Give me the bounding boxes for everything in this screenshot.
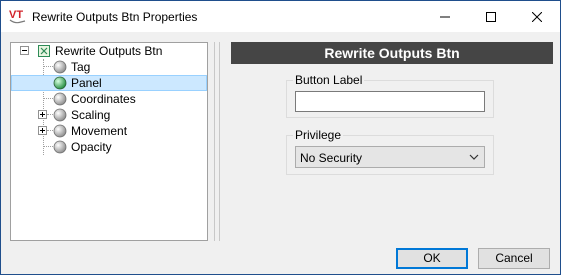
gray-ball-icon [53, 140, 67, 154]
section-header: Rewrite Outputs Btn [231, 42, 553, 64]
tree-item-label: Movement [71, 124, 128, 138]
chevron-down-icon [469, 154, 479, 160]
close-button[interactable] [514, 1, 560, 32]
cancel-button[interactable]: Cancel [478, 248, 550, 269]
tree-item-movement[interactable]: Movement [11, 123, 207, 139]
dialog-footer: OK Cancel [1, 243, 560, 274]
title-bar[interactable]: VT Rewrite Outputs Btn Properties [1, 1, 560, 32]
tree-item-label: Coordinates [71, 92, 136, 106]
expand-icon[interactable] [38, 126, 47, 135]
tree-item-label: Scaling [71, 108, 111, 122]
privilege-select[interactable]: No Security [295, 146, 485, 168]
svg-text:VT: VT [9, 9, 23, 21]
gray-ball-icon [53, 108, 67, 122]
tree-item-panel[interactable]: Panel [11, 75, 207, 91]
minimize-button[interactable] [422, 1, 468, 32]
green-ball-icon [53, 76, 67, 90]
gray-ball-icon [53, 124, 67, 138]
gray-ball-icon [53, 92, 67, 106]
tree-item-label: Tag [71, 60, 91, 74]
tree-item-label: Opacity [71, 140, 112, 154]
collapse-icon[interactable] [20, 46, 29, 55]
expand-icon[interactable] [38, 110, 47, 119]
window-title: Rewrite Outputs Btn Properties [32, 10, 198, 24]
property-tree[interactable]: Rewrite Outputs Btn Tag Panel Coordinate… [10, 42, 208, 241]
button-label-legend: Button Label [293, 73, 365, 87]
privilege-legend: Privilege [293, 128, 344, 142]
tree-item-tag[interactable]: Tag [11, 59, 207, 75]
minimize-icon [440, 16, 450, 17]
tree-item-coordinates[interactable]: Coordinates [11, 91, 207, 107]
button-label-input[interactable] [295, 91, 485, 112]
privilege-group: Privilege No Security [286, 128, 494, 175]
ok-button[interactable]: OK [396, 248, 468, 269]
maximize-button[interactable] [468, 1, 514, 32]
properties-dialog: VT Rewrite Outputs Btn Properties Rewrit… [0, 0, 561, 275]
tree-root-label: Rewrite Outputs Btn [55, 44, 163, 58]
tree-item-label: Panel [71, 76, 102, 90]
tree-item-scaling[interactable]: Scaling [11, 107, 207, 123]
tree-item-opacity[interactable]: Opacity [11, 139, 207, 155]
panel-splitter[interactable] [214, 42, 220, 241]
tree-root-item[interactable]: Rewrite Outputs Btn [11, 43, 207, 59]
close-icon [532, 11, 542, 22]
object-node-icon [38, 45, 50, 57]
button-label-group: Button Label [286, 73, 494, 118]
vt-logo-icon: VT [9, 9, 26, 24]
maximize-icon [486, 11, 496, 22]
privilege-selected-value: No Security [300, 151, 363, 165]
gray-ball-icon [53, 60, 67, 74]
